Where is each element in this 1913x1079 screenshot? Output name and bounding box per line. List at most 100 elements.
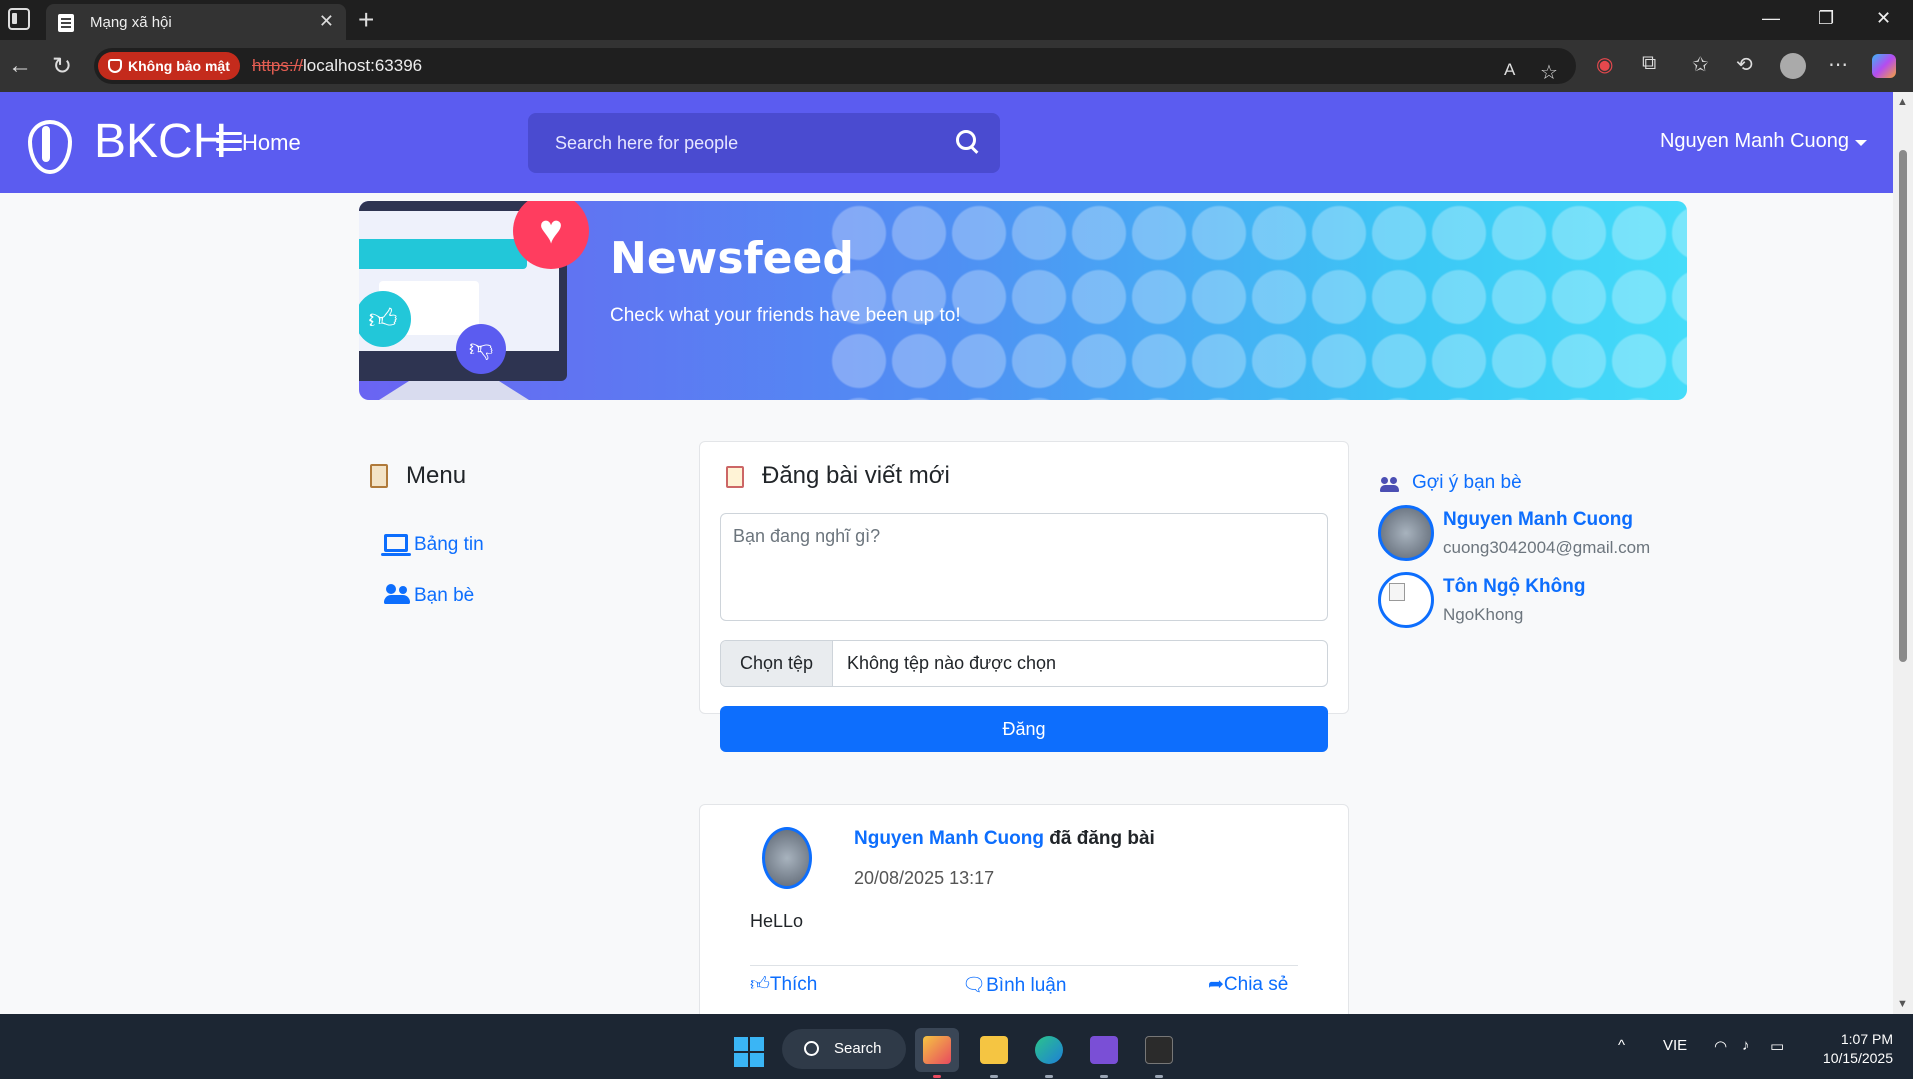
search-placeholder: Search here for people [555, 133, 739, 153]
new-post-card: Đăng bài viết mới Bạn đang nghĩ gì? Chọn… [699, 441, 1349, 752]
choose-file-button[interactable]: Chọn tệp [721, 641, 833, 686]
history-icon[interactable]: ⟲ [1736, 52, 1753, 77]
back-icon[interactable]: ← [8, 52, 32, 80]
avatar[interactable] [1378, 505, 1434, 561]
favorite-star-icon[interactable]: ☆ [1540, 60, 1558, 85]
menu-item-friends[interactable]: Bạn bè [384, 584, 474, 607]
thumbs-down-icon: 👎︎ [456, 324, 506, 374]
post-content: HeLLo [750, 911, 804, 931]
heart-icon: ♥ [513, 201, 589, 269]
security-badge[interactable]: Không bảo mật [98, 52, 240, 80]
menu-item-label: Bạn bè [414, 585, 475, 606]
volume-icon[interactable]: ♪ [1742, 1037, 1750, 1054]
extension-icon[interactable]: ◉ [1596, 52, 1613, 77]
file-status: Không tệp nào được chọn [847, 653, 1057, 673]
file-input[interactable]: Chọn tệp Không tệp nào được chọn [720, 640, 1328, 687]
close-tab-icon[interactable]: ✕ [319, 11, 334, 32]
avatar[interactable] [1378, 572, 1434, 628]
restore-icon[interactable]: ❐ [1818, 8, 1834, 29]
minimize-icon[interactable]: — [1762, 8, 1780, 29]
user-dropdown[interactable]: Nguyen Manh Cuong [1660, 130, 1849, 153]
browser-tab-bar: Mạng xã hội ✕ + — ❐ ✕ [0, 0, 1913, 40]
post-textarea[interactable]: Bạn đang nghĩ gì? [720, 513, 1328, 621]
people-search-input[interactable]: Search here for people [528, 113, 1000, 173]
wifi-icon[interactable]: ◠ [1714, 1037, 1727, 1055]
friend-name-link[interactable]: Nguyen Manh Cuong [1443, 509, 1633, 531]
banner-subtitle: Check what your friends have been up to! [610, 305, 961, 326]
brand-name[interactable]: BKCH [94, 114, 227, 169]
suggestions-title[interactable]: Gợi ý bạn bè [1412, 472, 1522, 494]
address-bar[interactable]: Không bảo mật https://localhost:63396 A … [94, 48, 1576, 84]
taskbar-app-visual-studio[interactable] [1082, 1028, 1126, 1078]
taskbar-clock[interactable]: 1:07 PM 10/15/2025 [1823, 1030, 1893, 1068]
site-navbar: BKCH Home Search here for people Nguyen … [0, 92, 1893, 193]
browser-tab[interactable]: Mạng xã hội ✕ [46, 4, 346, 40]
favorites-icon[interactable]: ✩ [1692, 52, 1709, 77]
chevron-up-icon[interactable]: ^ [1618, 1037, 1625, 1054]
like-button[interactable]: 👍︎Thích [750, 973, 817, 996]
scroll-down-icon[interactable]: ▼ [1897, 998, 1908, 1010]
close-window-icon[interactable]: ✕ [1876, 8, 1891, 29]
browser-toolbar: ← ↻ Không bảo mật https://localhost:6339… [0, 40, 1913, 92]
submit-post-button[interactable]: Đăng [720, 706, 1328, 752]
friend-subtitle: cuong3042004@gmail.com [1443, 538, 1651, 557]
page-viewport: BKCH Home Search here for people Nguyen … [0, 92, 1893, 1014]
share-icon: ➦ [1208, 974, 1224, 995]
monitor-icon [381, 534, 411, 556]
brand-logo-icon[interactable] [22, 112, 72, 174]
avatar[interactable] [762, 827, 812, 889]
profile-avatar[interactable] [1780, 53, 1806, 79]
copilot-icon[interactable] [1872, 54, 1896, 78]
taskbar-app-paint[interactable] [915, 1028, 959, 1078]
search-icon[interactable] [956, 130, 978, 152]
nav-home-link[interactable]: Home [242, 130, 301, 156]
share-button[interactable]: ➦Chia sẻ [1208, 973, 1288, 996]
faces-pattern-decoration [829, 201, 1687, 400]
composer-title: Đăng bài viết mới [762, 462, 950, 489]
banner-title: Newsfeed [610, 233, 854, 284]
hamburger-menu-icon[interactable] [216, 130, 242, 154]
more-options-icon[interactable]: ⋯ [1828, 52, 1848, 77]
comment-button[interactable]: 🗨︎Bình luận [962, 973, 1066, 997]
thumbs-up-icon: 👍︎ [750, 974, 770, 995]
taskbar-search[interactable]: Search [782, 1029, 906, 1069]
comment-label: Bình luận [986, 975, 1067, 996]
post-action-text: đã đăng bài [1043, 828, 1155, 849]
url-protocol: https:// [252, 56, 304, 75]
friend-name-link[interactable]: Tôn Ngộ Không [1443, 576, 1585, 598]
menu-item-newsfeed[interactable]: Bảng tin [381, 534, 484, 556]
windows-start-icon[interactable] [734, 1037, 764, 1067]
post-timestamp: 20/08/2025 13:17 [854, 868, 995, 888]
friend-subtitle: NgoKhong [1443, 605, 1524, 624]
share-label: Chia sẻ [1223, 974, 1289, 995]
security-label: Không bảo mật [128, 58, 230, 74]
scroll-thumb[interactable] [1899, 150, 1907, 662]
read-aloud-icon[interactable]: A [1504, 60, 1515, 80]
refresh-icon[interactable]: ↻ [52, 52, 72, 81]
divider [750, 965, 1298, 966]
taskbar-app-file-explorer[interactable] [972, 1028, 1016, 1078]
extensions-puzzle-icon[interactable]: ⧉ [1642, 52, 1656, 75]
new-tab-button[interactable]: + [358, 4, 374, 36]
language-indicator[interactable]: VIE [1663, 1037, 1687, 1054]
clock-time: 1:07 PM [1840, 1031, 1893, 1047]
clipboard-icon [370, 464, 388, 488]
textarea-placeholder: Bạn đang nghĩ gì? [733, 526, 881, 546]
menu-title: Menu [406, 462, 467, 489]
chevron-down-icon[interactable] [1855, 140, 1867, 146]
memo-icon [726, 466, 744, 488]
taskbar-app-terminal[interactable] [1137, 1028, 1181, 1078]
taskbar-app-edge[interactable] [1027, 1028, 1071, 1078]
monitor-stand-illustration [379, 381, 529, 400]
tab-title: Mạng xã hội [90, 14, 172, 31]
page-scrollbar[interactable]: ▲ ▼ [1893, 92, 1913, 1014]
post-header: Nguyen Manh Cuong đã đăng bài [854, 828, 1155, 850]
users-icon [384, 584, 410, 604]
post-card: Nguyen Manh Cuong đã đăng bài 20/08/2025… [699, 804, 1349, 1014]
post-author-link[interactable]: Nguyen Manh Cuong [854, 828, 1044, 849]
sidebar-toggle-icon[interactable] [8, 8, 30, 30]
battery-icon[interactable]: ▭ [1770, 1037, 1784, 1055]
page-favicon-icon [58, 14, 74, 32]
scroll-up-icon[interactable]: ▲ [1897, 96, 1908, 108]
menu-item-label: Bảng tin [414, 534, 484, 555]
